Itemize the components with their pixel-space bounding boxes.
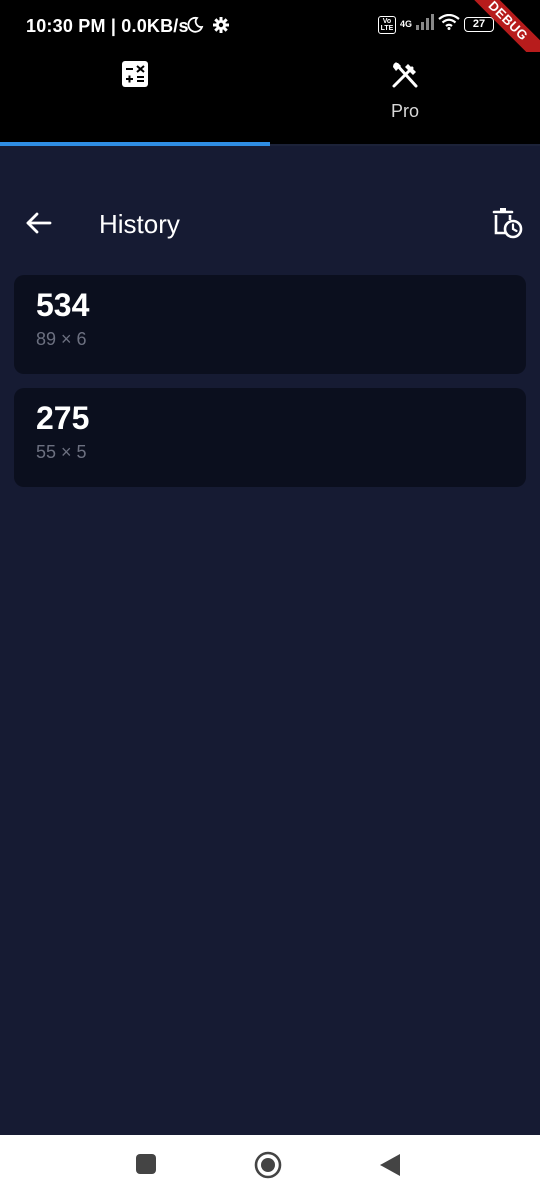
system-nav-bar xyxy=(0,1135,540,1200)
moon-icon xyxy=(186,16,204,39)
battery-indicator: 27 xyxy=(464,17,494,32)
tab-pro-label: Pro xyxy=(390,101,419,121)
volte-badge: Vo LTE xyxy=(377,15,396,34)
fork-knife-icon xyxy=(390,60,420,95)
gear-icon xyxy=(212,16,230,39)
history-expression: 89 × 6 xyxy=(36,329,87,349)
back-button[interactable] xyxy=(22,206,56,240)
square-icon xyxy=(136,1154,156,1174)
history-expression: 55 × 5 xyxy=(36,442,87,462)
tab-pro[interactable]: Pro xyxy=(270,52,540,146)
history-item[interactable]: 534 89 × 6 xyxy=(14,275,526,374)
status-bar: 10:30 PM | 0.0KB/s Vo LTE 4G 27 DEBUG xyxy=(0,0,540,70)
history-result: 275 xyxy=(36,400,90,436)
delete-history-icon xyxy=(492,208,523,239)
arrow-left-icon xyxy=(26,212,52,234)
top-tab-bar: Pro xyxy=(0,52,540,146)
triangle-back-icon xyxy=(380,1154,400,1176)
page-title: History xyxy=(99,209,180,239)
home-button[interactable] xyxy=(254,1151,282,1184)
circle-icon xyxy=(254,1151,282,1179)
history-result: 534 xyxy=(36,287,90,323)
history-item[interactable]: 275 55 × 5 xyxy=(14,388,526,487)
history-list: 534 89 × 6 275 55 × 5 xyxy=(14,275,526,501)
status-icons: Vo LTE 4G 27 xyxy=(377,13,494,35)
back-nav-button[interactable] xyxy=(378,1153,402,1182)
wifi-icon xyxy=(438,13,460,35)
status-time-speed: 10:30 PM | 0.0KB/s xyxy=(26,16,189,36)
calculator-icon xyxy=(121,60,149,93)
network-type: 4G xyxy=(399,19,412,29)
clear-history-button[interactable] xyxy=(490,206,524,240)
app-bar: History xyxy=(0,146,540,258)
tab-calculator[interactable] xyxy=(0,52,270,146)
signal-icon xyxy=(416,14,434,35)
recents-button[interactable] xyxy=(135,1153,157,1180)
